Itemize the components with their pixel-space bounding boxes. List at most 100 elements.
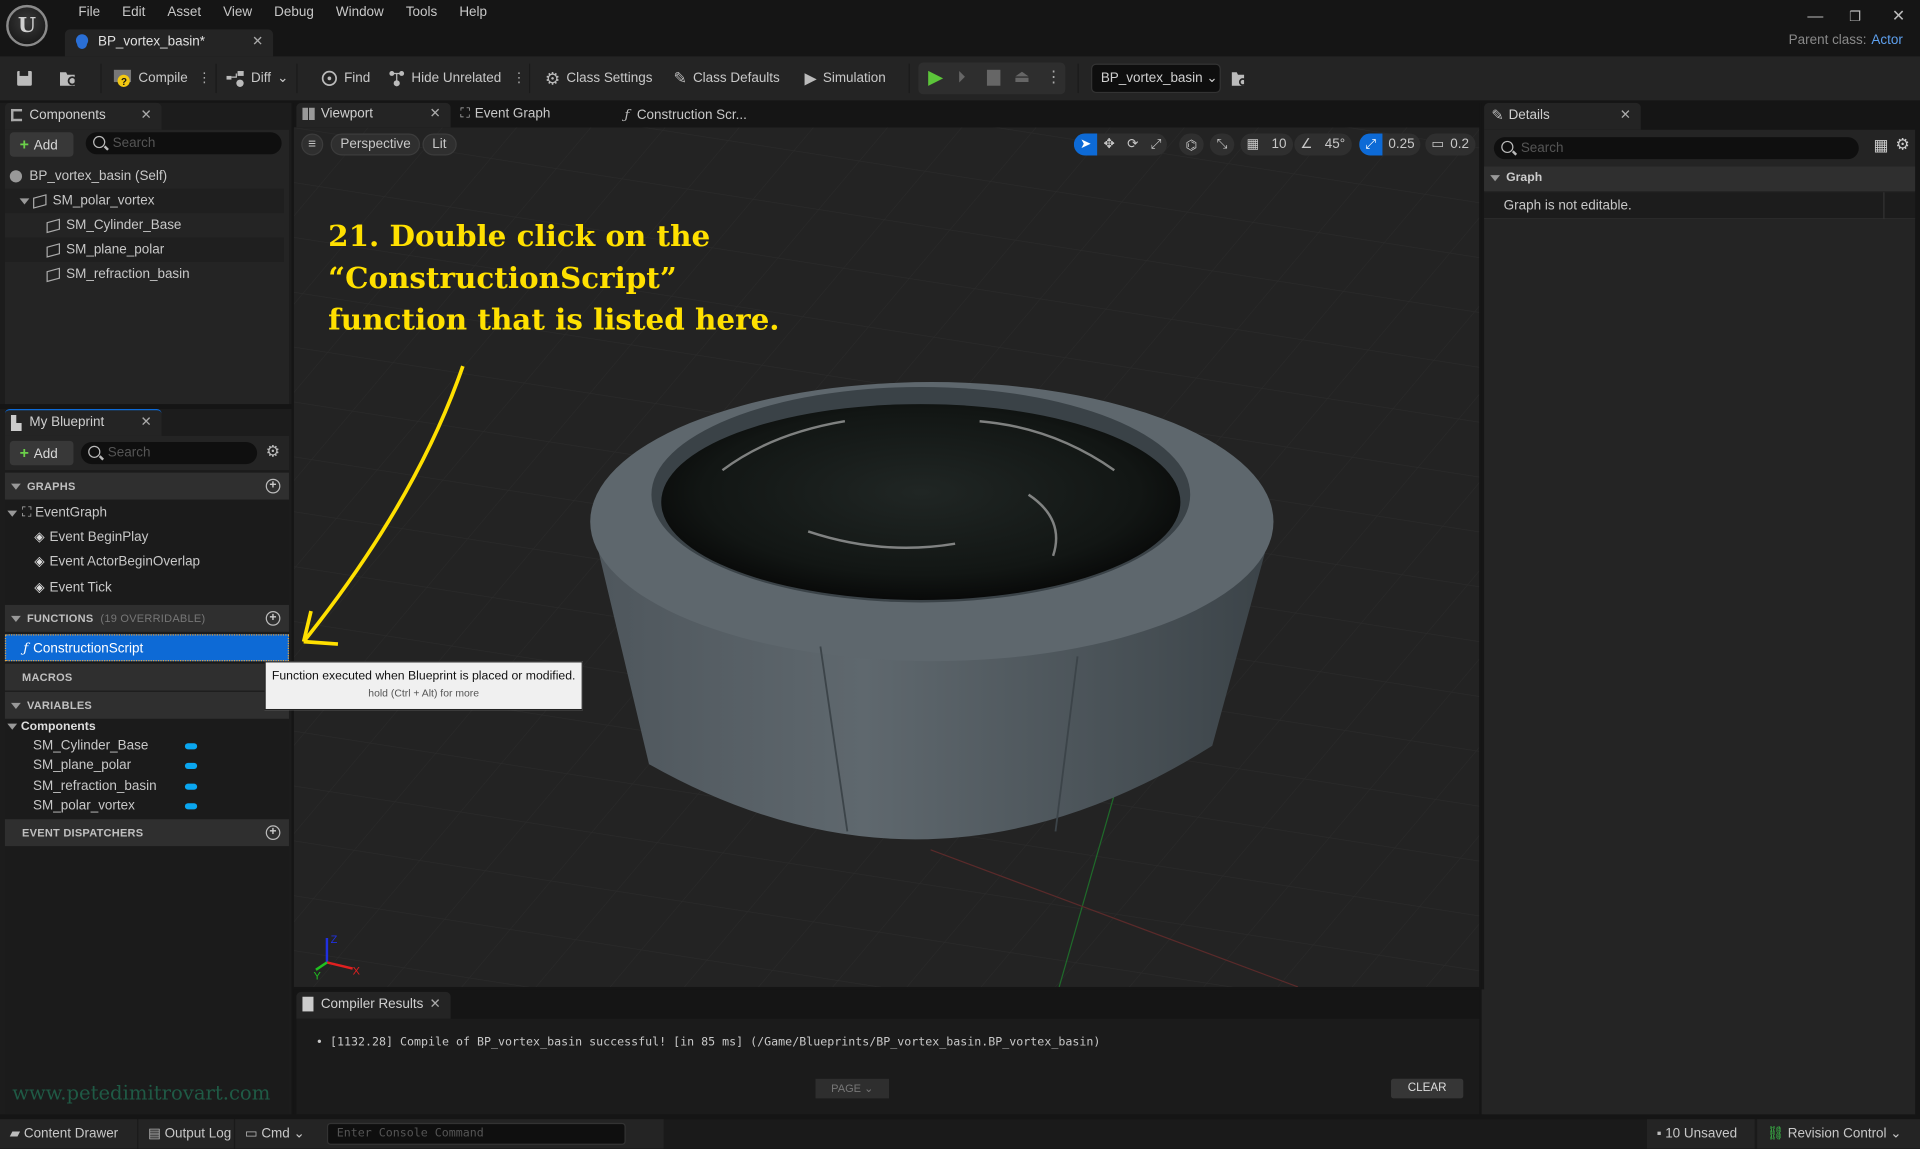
rotate-tool-icon[interactable]: ⟳ — [1121, 133, 1145, 155]
component-row-self[interactable]: BP_vortex_basin (Self) — [9, 164, 292, 188]
event-row[interactable]: ◈ Event Tick — [5, 576, 287, 600]
expand-arrow-icon[interactable] — [19, 197, 30, 204]
component-row[interactable]: SM_plane_polar — [4, 237, 285, 263]
components-search-input[interactable]: Search — [85, 132, 282, 155]
editor-tab-strip: Viewport ✕ ⛶ Event Graph ƒ Construction Sc… — [293, 102, 1480, 128]
content-drawer-button[interactable]: ▰ Content Drawer — [0, 1119, 138, 1149]
event-graph-row[interactable]: ⛶ EventGraph — [5, 501, 287, 525]
compiler-results-tab[interactable]: Compiler Results ✕ — [296, 991, 451, 1019]
settings-gear-icon[interactable]: ⚙ — [1896, 135, 1910, 155]
close-tab-icon[interactable]: ✕ — [430, 996, 441, 1012]
property-matrix-icon[interactable]: ▦ — [1873, 136, 1888, 156]
translate-tool-icon[interactable]: ✥ — [1097, 133, 1121, 155]
close-window-button[interactable]: ✕ — [1892, 6, 1905, 26]
macros-section-header[interactable]: MACROS — [4, 663, 289, 691]
menu-help[interactable]: Help — [448, 2, 498, 22]
camera-speed-control[interactable]: ▭ 0.2 — [1425, 133, 1476, 156]
menu-debug[interactable]: Debug — [263, 2, 325, 22]
menu-file[interactable]: File — [67, 2, 111, 22]
play-options-icon[interactable]: ⋮ — [1046, 67, 1062, 87]
document-tab[interactable]: BP_vortex_basin* ✕ — [64, 29, 274, 57]
output-log-button[interactable]: ▤ Output Log — [138, 1119, 234, 1149]
eject-button[interactable]: ⏏ — [1014, 66, 1030, 87]
minimize-button[interactable]: — — [1807, 6, 1823, 24]
viewport[interactable]: ≡ Perspective Lit ➤ ✥ ⟳ ⤢ ⌬ ⤡ ▦ 10 ∠ 45° ⤢… — [293, 127, 1480, 987]
cmd-dropdown[interactable]: Cmd — [261, 1127, 289, 1142]
add-component-button[interactable]: + Add — [9, 132, 74, 157]
clear-button[interactable]: CLEAR — [1391, 1078, 1464, 1099]
page-dropdown[interactable]: PAGE ⌄ — [815, 1078, 889, 1099]
menu-window[interactable]: Window — [325, 2, 395, 22]
stop-button[interactable] — [986, 69, 1001, 86]
find-button[interactable]: Find — [321, 66, 370, 90]
menu-tools[interactable]: Tools — [395, 2, 448, 22]
event-dispatchers-section-header[interactable]: EVENT DISPATCHERS + — [4, 819, 289, 847]
add-graph-icon[interactable]: + — [265, 478, 281, 494]
variable-row[interactable]: SM_polar_vortex — [5, 796, 287, 816]
scale-snap-control[interactable]: ⤢ 0.25 — [1359, 133, 1421, 156]
browse-debug-object-button[interactable] — [1231, 66, 1248, 90]
surface-snap-icon[interactable]: ⤡ — [1209, 133, 1235, 156]
tab-event-graph[interactable]: ⛶ Event Graph — [460, 107, 550, 123]
compile-options-icon[interactable]: ⋮ — [198, 66, 211, 90]
class-defaults-button[interactable]: ✎ Class Defaults — [673, 66, 779, 90]
world-local-toggle-icon[interactable]: ⌬ — [1179, 133, 1204, 156]
perspective-button[interactable]: Perspective — [330, 133, 421, 156]
component-row[interactable]: SM_refraction_basin — [10, 262, 292, 286]
add-function-icon[interactable]: + — [265, 611, 281, 626]
menu-view[interactable]: View — [212, 2, 263, 22]
unsaved-button[interactable]: ▪ 10 Unsaved — [1646, 1119, 1755, 1149]
menu-asset[interactable]: Asset — [156, 2, 212, 22]
details-tab[interactable]: ✎ Details ✕ — [1484, 102, 1641, 130]
hide-unrelated-button[interactable]: Hide Unrelated ⋮ — [388, 66, 526, 90]
component-row[interactable]: SM_polar_vortex — [4, 188, 285, 214]
graph-section-header[interactable]: Graph — [1484, 166, 1916, 192]
select-tool-icon[interactable]: ➤ — [1073, 133, 1098, 156]
functions-section-header[interactable]: FUNCTIONS (19 OVERRIDABLE) + — [4, 604, 289, 632]
view-mode-button[interactable]: Lit — [422, 133, 457, 156]
variable-row[interactable]: SM_plane_polar — [5, 756, 287, 776]
save-button[interactable] — [16, 66, 33, 90]
rotation-snap-control[interactable]: ∠ 45° — [1294, 133, 1352, 156]
my-blueprint-search-input[interactable]: Search — [80, 442, 258, 465]
diff-button[interactable]: Diff ⌄ — [225, 66, 288, 90]
debug-object-select[interactable]: BP_vortex_basin ⌄ — [1091, 63, 1221, 94]
close-tab-icon[interactable]: ✕ — [252, 33, 263, 49]
components-tab[interactable]: Components ✕ — [4, 102, 162, 130]
close-tab-icon[interactable]: ✕ — [141, 107, 152, 123]
advance-frame-button[interactable]: ⏵ — [958, 67, 966, 87]
close-tab-icon[interactable]: ✕ — [1620, 107, 1631, 123]
hide-unrelated-options-icon[interactable]: ⋮ — [512, 66, 525, 90]
component-row[interactable]: SM_Cylinder_Base — [10, 213, 292, 237]
tab-construction-script[interactable]: ƒ Construction Scr... — [624, 107, 746, 123]
unreal-logo-icon[interactable]: U — [6, 4, 48, 47]
event-row[interactable]: ◈ Event ActorBeginOverlap — [5, 550, 287, 574]
grid-snap-control[interactable]: ▦ 10 — [1240, 133, 1293, 156]
compile-button[interactable]: ? Compile ⋮ — [113, 66, 211, 90]
console-command-input[interactable]: Enter Console Command — [326, 1122, 626, 1145]
event-row[interactable]: ◈ Event BeginPlay — [5, 525, 287, 549]
browse-button[interactable] — [59, 66, 79, 90]
menu-edit[interactable]: Edit — [111, 2, 156, 22]
construction-script-row[interactable]: ƒ ConstructionScript — [4, 634, 289, 662]
my-blueprint-tab[interactable]: ▙ My Blueprint ✕ — [4, 408, 162, 438]
close-tab-icon[interactable]: ✕ — [141, 414, 152, 430]
parent-class-link[interactable]: Actor — [1871, 33, 1902, 48]
tab-viewport[interactable]: Viewport ✕ — [296, 102, 451, 128]
settings-gear-icon[interactable]: ⚙ — [266, 442, 280, 462]
variable-row[interactable]: SM_Cylinder_Base — [5, 736, 287, 756]
add-member-button[interactable]: + Add — [9, 440, 74, 466]
play-button[interactable]: ▶ — [928, 65, 943, 89]
restore-button[interactable]: ❐ — [1849, 9, 1861, 25]
add-dispatcher-icon[interactable]: + — [265, 825, 281, 841]
close-tab-icon[interactable]: ✕ — [430, 105, 441, 122]
simulation-button[interactable]: ▶ Simulation — [804, 66, 885, 90]
variables-section-header[interactable]: VARIABLES — [4, 691, 289, 719]
variable-row[interactable]: SM_refraction_basin — [5, 776, 287, 796]
details-search-input[interactable]: Search — [1493, 137, 1859, 160]
hide-unrelated-icon — [389, 71, 405, 87]
viewport-options-button[interactable]: ≡ — [301, 133, 324, 156]
revision-control-button[interactable]: ⛓ Revision Control ⌄ — [1757, 1119, 1920, 1149]
graphs-section-header[interactable]: GRAPHS + — [4, 472, 289, 500]
class-settings-button[interactable]: ⚙ Class Settings — [545, 66, 653, 90]
